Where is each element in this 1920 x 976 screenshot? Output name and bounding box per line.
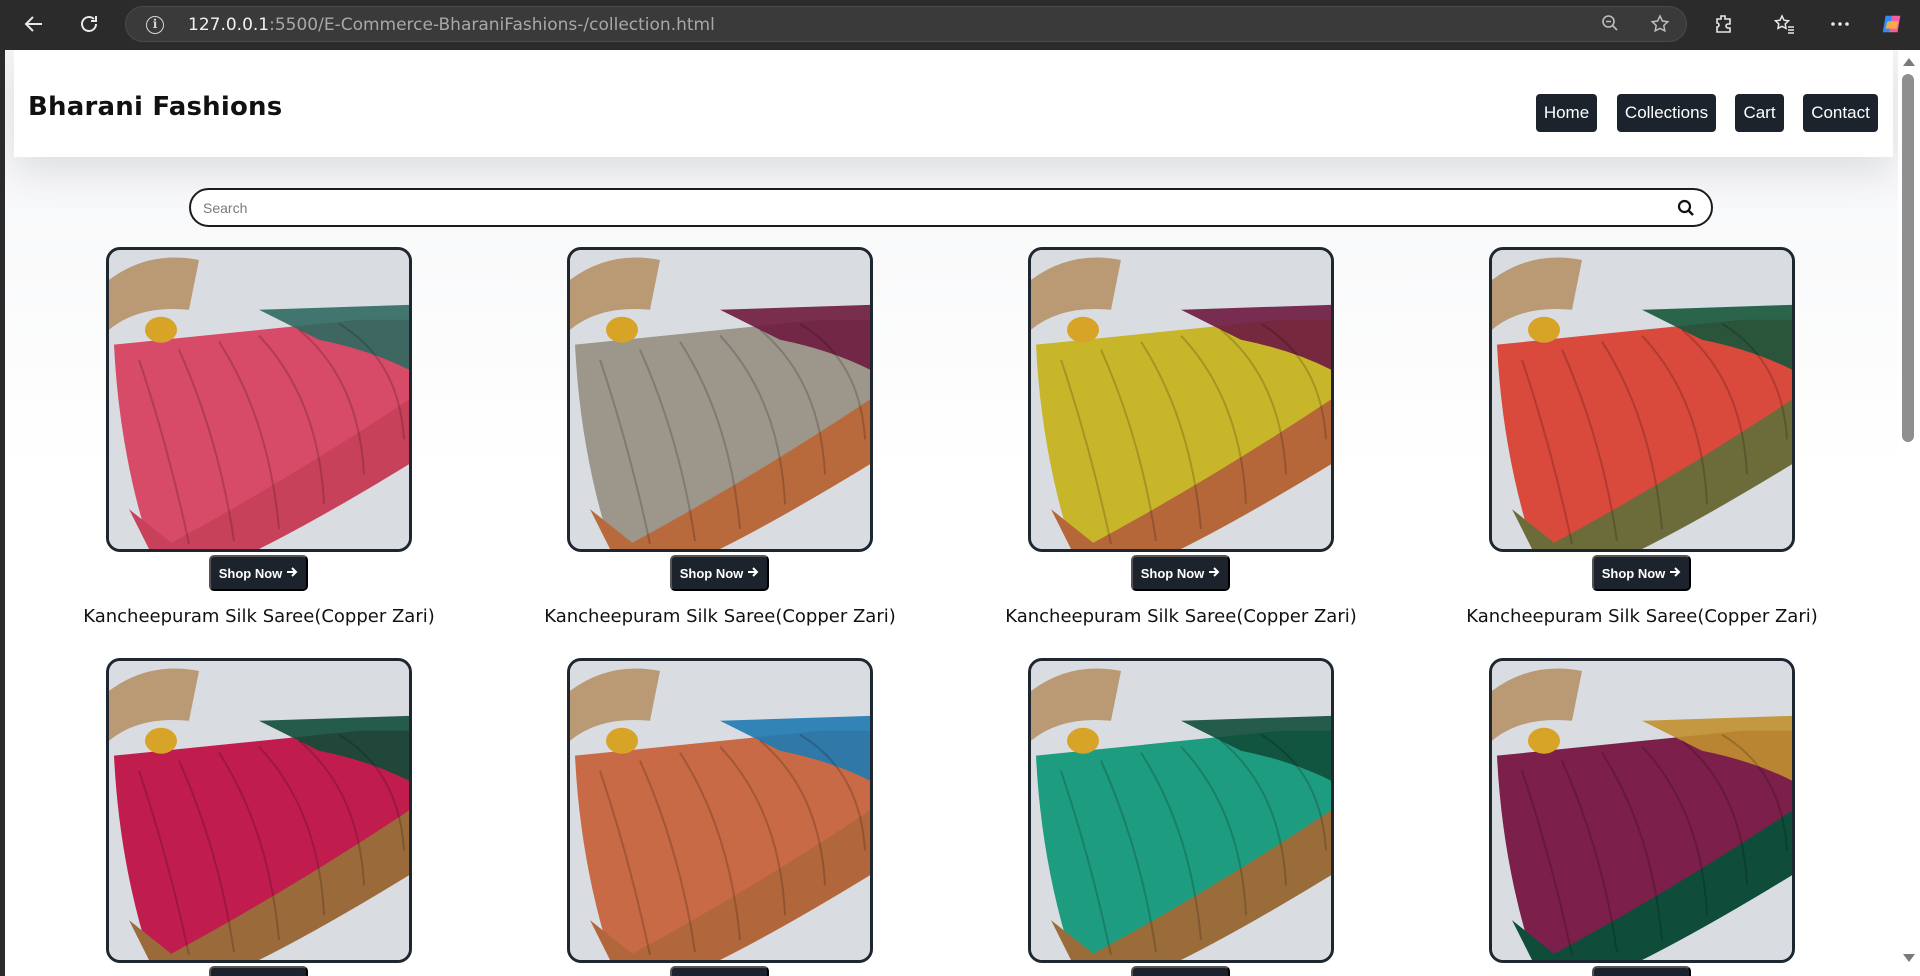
nav-cart-button[interactable]: Cart	[1735, 94, 1784, 132]
search-input[interactable]	[203, 198, 1643, 218]
site-info-icon[interactable]: i	[146, 16, 164, 34]
scroll-up-arrow-icon[interactable]	[1903, 58, 1915, 66]
brand-logo-text[interactable]: Bharani Fashions	[28, 92, 282, 122]
shop-now-button[interactable]: Shop Now	[1592, 966, 1691, 976]
page-scrollbar[interactable]	[1898, 50, 1920, 976]
shop-now-button[interactable]: Shop Now	[209, 966, 308, 976]
nav-home-button[interactable]: Home	[1536, 94, 1597, 132]
product-title: Kancheepuram Silk Saree(Copper Zari)	[1005, 606, 1357, 627]
product-image[interactable]	[1489, 247, 1795, 552]
copilot-icon[interactable]	[1880, 12, 1904, 36]
more-menu-icon[interactable]	[1828, 12, 1852, 36]
product-image[interactable]	[567, 658, 873, 963]
zoom-out-icon[interactable]	[1599, 14, 1621, 36]
arrow-right-icon	[1208, 566, 1220, 581]
product-image[interactable]	[106, 658, 412, 963]
product-image[interactable]	[1028, 658, 1334, 963]
address-bar[interactable]: i 127.0.0.1:5500/E-Commerce-BharaniFashi…	[125, 6, 1687, 42]
favorites-icon[interactable]	[1772, 12, 1796, 36]
back-arrow-icon[interactable]	[22, 12, 46, 36]
collection-page: Bharani Fashions Home Collections Cart C…	[5, 50, 1898, 976]
nav-contact-button[interactable]: Contact	[1803, 94, 1878, 132]
product-image[interactable]	[1028, 247, 1334, 552]
browser-toolbar: i 127.0.0.1:5500/E-Commerce-BharaniFashi…	[0, 0, 1920, 48]
site-navbar: Bharani Fashions Home Collections Cart C…	[14, 50, 1893, 157]
shop-now-button[interactable]: Shop Now	[670, 555, 769, 591]
shop-now-button[interactable]: Shop Now	[1131, 555, 1230, 591]
nav-collections-button[interactable]: Collections	[1617, 94, 1716, 132]
product-image[interactable]	[1489, 658, 1795, 963]
scroll-down-arrow-icon[interactable]	[1903, 954, 1915, 962]
product-image[interactable]	[567, 247, 873, 552]
arrow-right-icon	[286, 566, 298, 581]
page-viewport: Bharani Fashions Home Collections Cart C…	[5, 50, 1898, 976]
product-image[interactable]	[106, 247, 412, 552]
reload-icon[interactable]	[77, 12, 101, 36]
shop-now-button[interactable]: Shop Now	[670, 966, 769, 976]
shop-now-label: Shop Now	[1140, 565, 1205, 581]
product-title: Kancheepuram Silk Saree(Copper Zari)	[1466, 606, 1818, 627]
favorite-star-icon[interactable]	[1649, 14, 1671, 36]
shop-now-button[interactable]: Shop Now	[1131, 966, 1230, 976]
product-title: Kancheepuram Silk Saree(Copper Zari)	[83, 606, 435, 627]
arrow-right-icon	[1669, 566, 1681, 581]
shop-now-label: Shop Now	[218, 565, 283, 581]
arrow-right-icon	[747, 566, 759, 581]
url-text[interactable]: 127.0.0.1:5500/E-Commerce-BharaniFashion…	[188, 15, 715, 35]
search-icon[interactable]	[1677, 199, 1695, 217]
product-title: Kancheepuram Silk Saree(Copper Zari)	[544, 606, 896, 627]
extensions-icon[interactable]	[1712, 12, 1736, 36]
search-bar	[189, 188, 1713, 227]
shop-now-label: Shop Now	[1601, 565, 1666, 581]
shop-now-button[interactable]: Shop Now	[1592, 555, 1691, 591]
scrollbar-thumb[interactable]	[1902, 74, 1914, 442]
shop-now-button[interactable]: Shop Now	[209, 555, 308, 591]
shop-now-label: Shop Now	[679, 565, 744, 581]
